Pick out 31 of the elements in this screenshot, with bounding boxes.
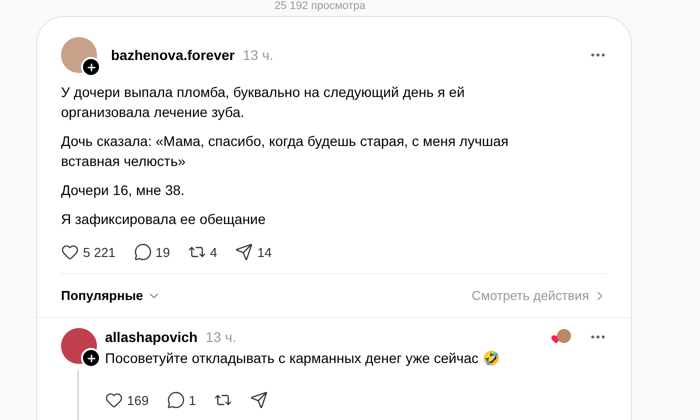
post-text: Дочь сказала: «Мама, спасибо, когда будешь старая, с меня лучшая вставная челюсть»: [61, 132, 510, 171]
stat-count: 14: [257, 244, 272, 260]
like-stat[interactable]: 5 221: [61, 243, 116, 261]
author-name[interactable]: allashapovich: [105, 329, 198, 345]
post-time: 13 ч.: [242, 47, 274, 63]
speech-bubble-icon: [134, 243, 152, 261]
post-text: Дочери 16, мне 38.: [61, 181, 186, 200]
author-name[interactable]: bazhenova.forever: [111, 47, 235, 63]
share-stat[interactable]: 14: [235, 243, 272, 261]
follow-plus-icon[interactable]: [81, 57, 101, 77]
stat-count: 169: [127, 392, 149, 408]
stat-count: 1: [188, 392, 196, 408]
post-text: Я зафиксировала ее обещание: [61, 210, 267, 229]
paper-plane-icon: [250, 391, 268, 409]
stat-count: 5 221: [83, 244, 116, 260]
speech-bubble-icon: [166, 391, 185, 409]
stat-count: 4: [210, 244, 218, 260]
sort-dropdown[interactable]: Популярные: [61, 288, 162, 303]
like-stat[interactable]: 169: [105, 380, 149, 420]
heart-icon: [61, 243, 79, 261]
stat-count: 19: [156, 244, 170, 260]
paper-plane-icon: [235, 243, 254, 261]
heart-icon: [105, 391, 123, 409]
comment-time: 13 ч.: [206, 329, 236, 345]
views-count: 25 192 просмотра: [274, 0, 366, 13]
follow-plus-icon[interactable]: [81, 348, 101, 368]
comment-stat[interactable]: 19: [134, 243, 170, 261]
post-text: У дочери выпала пломба, буквально на следующий день я ей организовала лечение зуба.: [61, 83, 466, 122]
repost-stat[interactable]: 4: [188, 243, 218, 261]
comment-stat[interactable]: 1: [166, 380, 196, 420]
comment-text: Посоветуйте откладывать с карманных денег уже сейчас 🤣: [105, 350, 500, 366]
